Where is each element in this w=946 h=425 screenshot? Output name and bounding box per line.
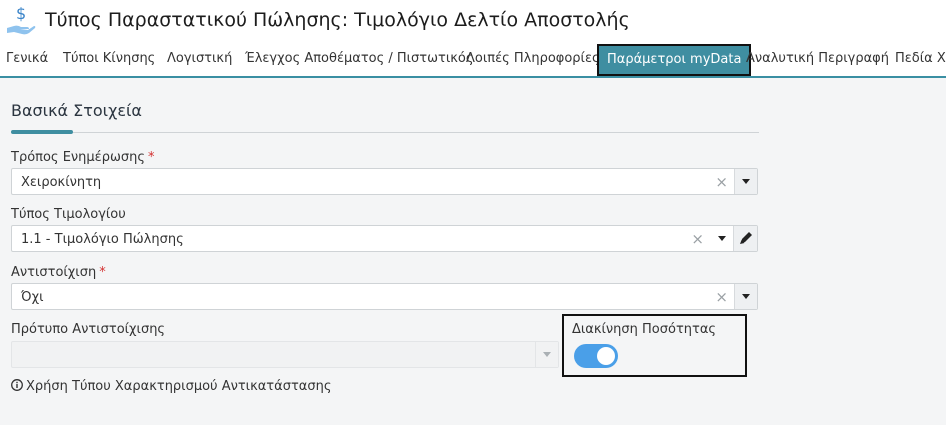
required-mark: * bbox=[99, 265, 106, 280]
mapping-label: Αντιστοίχιση * bbox=[11, 265, 106, 280]
mapping-select[interactable]: Όχι × bbox=[11, 283, 758, 310]
mapping-template-select bbox=[11, 341, 559, 368]
chevron-down-icon[interactable] bbox=[734, 284, 757, 309]
tab-accounting[interactable]: Λογιστική bbox=[167, 42, 232, 76]
top-bar: $ Τύπος Παραστατικού Πώλησης: Τιμολόγιο … bbox=[0, 0, 946, 42]
tab-movement-types[interactable]: Τύποι Κίνησης bbox=[63, 42, 155, 76]
page-title: Τύπος Παραστατικού Πώλησης: Τιμολόγιο Δε… bbox=[45, 9, 630, 31]
tab-detailed-description[interactable]: Αναλυτική Περιγραφή bbox=[746, 42, 889, 76]
chevron-down-icon[interactable] bbox=[711, 226, 733, 251]
tab-general[interactable]: Γενικά bbox=[6, 42, 48, 76]
tab-other-info[interactable]: Λοιπές Πληροφορίες bbox=[466, 42, 600, 76]
svg-text:$: $ bbox=[16, 4, 26, 23]
clear-icon[interactable]: × bbox=[715, 284, 728, 310]
update-method-value: Χειροκίνητη bbox=[21, 175, 102, 190]
tab-mydata-parameters[interactable]: Παράμετροι myData bbox=[597, 44, 752, 76]
tab-bar: Γενικά Τύποι Κίνησης Λογιστική Έλεγχος Α… bbox=[0, 42, 946, 78]
update-method-label: Τρόπος Ενημέρωσης * bbox=[11, 150, 155, 165]
update-method-select[interactable]: Χειροκίνητη × bbox=[11, 168, 758, 195]
invoice-type-value: 1.1 - Τιμολόγιο Πώλησης bbox=[21, 232, 184, 247]
replacement-characterization-info[interactable]: Χρήση Τύπου Χαρακτηρισμού Αντικατάστασης bbox=[11, 379, 331, 394]
mapping-value: Όχι bbox=[21, 290, 44, 305]
toggle-knob bbox=[597, 347, 615, 365]
info-icon bbox=[11, 379, 23, 391]
section-divider bbox=[73, 132, 759, 133]
clear-icon[interactable]: × bbox=[691, 226, 704, 252]
mapping-template-label: Πρότυπο Αντιστοίχισης bbox=[11, 322, 166, 337]
section-title: Βασικά Στοιχεία bbox=[11, 101, 142, 120]
invoice-type-label: Τύπος Τιμολογίου bbox=[11, 207, 126, 222]
hand-money-icon: $ bbox=[7, 4, 36, 35]
quantity-movement-group: Διακίνηση Ποσότητας bbox=[562, 314, 747, 377]
section-accent-bar bbox=[11, 130, 73, 134]
quantity-movement-toggle[interactable] bbox=[574, 344, 618, 368]
chevron-down-icon bbox=[535, 342, 558, 367]
tab-user-fields[interactable]: Πεδία Χρ bbox=[895, 42, 946, 76]
invoice-type-select[interactable]: 1.1 - Τιμολόγιο Πώλησης × bbox=[11, 225, 758, 252]
required-mark: * bbox=[147, 150, 155, 165]
clear-icon[interactable]: × bbox=[715, 169, 728, 195]
info-text: Χρήση Τύπου Χαρακτηρισμού Αντικατάστασης bbox=[26, 379, 332, 394]
chevron-down-icon[interactable] bbox=[734, 169, 757, 194]
tab-stock-credit-check[interactable]: Έλεγχος Αποθέματος / Πιστωτικός bbox=[245, 42, 473, 76]
quantity-movement-label: Διακίνηση Ποσότητας bbox=[572, 322, 717, 337]
pencil-icon[interactable] bbox=[733, 226, 757, 251]
